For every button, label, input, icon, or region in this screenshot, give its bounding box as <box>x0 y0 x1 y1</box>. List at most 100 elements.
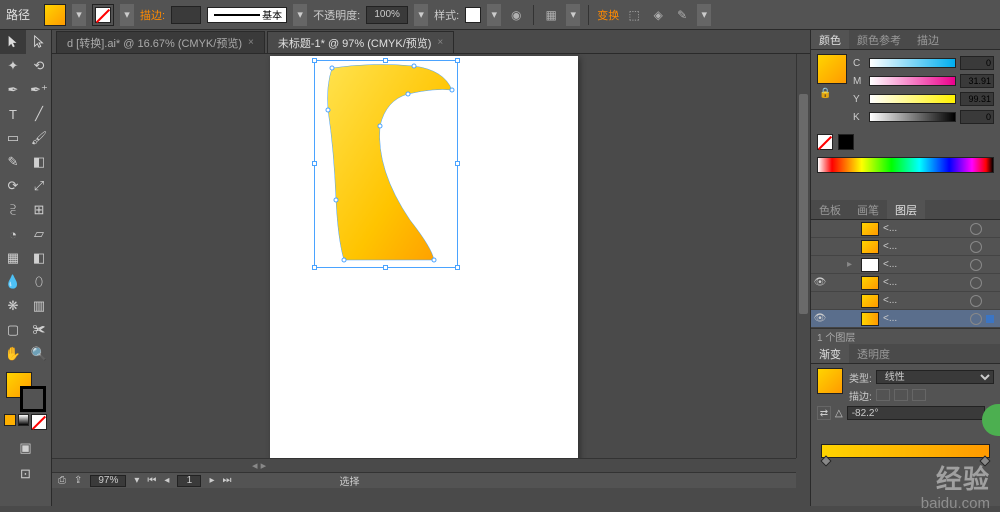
type-tool[interactable]: T <box>0 102 26 126</box>
symbol-sprayer-tool[interactable]: ❋ <box>0 294 26 318</box>
perspective-tool[interactable]: ▱ <box>26 222 52 246</box>
color-preview-swatch[interactable] <box>817 54 847 84</box>
canvas-viewport[interactable] <box>52 54 796 458</box>
stroke-gradient-mode-3[interactable] <box>912 389 926 401</box>
color-mode[interactable] <box>4 414 16 426</box>
add-anchor-tool[interactable]: ✒⁺ <box>26 78 52 102</box>
layer-row[interactable]: 👁 <... <box>811 310 1000 328</box>
color-spectrum[interactable] <box>817 157 994 173</box>
layer-target[interactable] <box>970 223 982 235</box>
none-mode[interactable] <box>31 414 47 430</box>
artboard[interactable] <box>270 56 578 458</box>
tab-color-guide[interactable]: 颜色参考 <box>849 30 909 49</box>
selection-bounding-box[interactable] <box>314 60 458 268</box>
isolate-icon[interactable]: ◈ <box>649 6 667 24</box>
gradient-tool[interactable]: ◧ <box>26 246 52 270</box>
zoom-dropdown[interactable]: ▾ <box>134 475 139 486</box>
width-tool[interactable]: ⫔ <box>0 198 26 222</box>
stroke-weight-input[interactable] <box>171 6 201 24</box>
layer-row[interactable]: <... <box>811 220 1000 238</box>
tab-color[interactable]: 颜色 <box>811 30 849 49</box>
layer-name[interactable]: <... <box>883 259 970 270</box>
screen-mode-tool[interactable]: ▣ <box>4 436 47 460</box>
none-color[interactable] <box>817 134 833 150</box>
document-tab[interactable]: d [转换].ai* @ 16.67% (CMYK/预览) × <box>56 31 265 53</box>
tab-stroke[interactable]: 描边 <box>909 30 947 49</box>
zoom-tool[interactable]: 🔍 <box>26 342 52 366</box>
export-icon[interactable]: ⎙ <box>58 475 66 486</box>
gradient-angle-input[interactable] <box>847 406 985 420</box>
visibility-icon[interactable]: 👁 <box>811 277 829 288</box>
document-tab[interactable]: 未标题-1* @ 97% (CMYK/预览) × <box>267 31 454 53</box>
stroke-profile[interactable]: 基本 <box>207 7 287 23</box>
vertical-scrollbar[interactable] <box>796 54 810 458</box>
fill-dropdown[interactable]: ▾ <box>72 4 86 26</box>
graph-tool[interactable]: ▥ <box>26 294 52 318</box>
tab-swatches[interactable]: 色板 <box>811 200 849 219</box>
align-icon[interactable]: ▦ <box>542 6 560 24</box>
mesh-tool[interactable]: ▦ <box>0 246 26 270</box>
layer-row[interactable]: ▸ <... <box>811 256 1000 274</box>
tab-transparency[interactable]: 透明度 <box>849 344 898 363</box>
layer-target[interactable] <box>970 277 982 289</box>
lasso-tool[interactable]: ⟲ <box>26 54 52 78</box>
layer-target[interactable] <box>970 295 982 307</box>
layer-thumbnail[interactable] <box>861 294 879 308</box>
free-transform-tool[interactable]: ⊞ <box>26 198 52 222</box>
gradient-mode[interactable] <box>18 414 30 426</box>
stroke-profile-dropdown[interactable]: ▾ <box>293 4 307 26</box>
tab-brushes[interactable]: 画笔 <box>849 200 887 219</box>
layer-row[interactable]: 👁 <... <box>811 274 1000 292</box>
edit-icon[interactable]: ✎ <box>673 6 691 24</box>
layer-thumbnail[interactable] <box>861 312 879 326</box>
eyedropper-tool[interactable]: 💧 <box>0 270 26 294</box>
last-page-icon[interactable]: ⏭ <box>222 475 231 486</box>
pen-tool[interactable]: ✒ <box>0 78 26 102</box>
blend-tool[interactable]: ⬯ <box>26 270 52 294</box>
stroke-gradient-mode-2[interactable] <box>894 389 908 401</box>
scale-tool[interactable]: ⤢ <box>26 174 52 198</box>
color-slider[interactable] <box>869 94 956 104</box>
black-color[interactable] <box>838 134 854 150</box>
gradient-bar[interactable] <box>821 444 990 458</box>
layer-thumbnail[interactable] <box>861 276 879 290</box>
style-dropdown[interactable]: ▾ <box>487 4 501 26</box>
gradient-stop[interactable] <box>979 455 990 466</box>
direct-selection-tool[interactable] <box>26 30 52 54</box>
tab-gradient[interactable]: 渐变 <box>811 344 849 363</box>
rectangle-tool[interactable]: ▭ <box>0 126 26 150</box>
zoom-input[interactable] <box>90 475 126 487</box>
layer-target[interactable] <box>970 313 982 325</box>
horizontal-scrollbar[interactable]: ◂ ▸ <box>52 458 796 472</box>
stroke-dropdown[interactable]: ▾ <box>120 4 134 26</box>
color-slider[interactable] <box>869 76 956 86</box>
artboard-tool[interactable]: ▢ <box>0 318 26 342</box>
gradient-type-select[interactable]: 线性 <box>876 370 994 384</box>
selection-tool[interactable] <box>0 30 26 54</box>
lock-icon[interactable]: 🔒 <box>819 88 831 99</box>
layer-thumbnail[interactable] <box>861 222 879 236</box>
page-input[interactable] <box>177 475 201 487</box>
gradient-preview[interactable] <box>817 368 843 394</box>
reverse-gradient-icon[interactable]: ⇄ <box>817 406 831 420</box>
close-icon[interactable]: × <box>437 37 443 48</box>
stroke-gradient-mode-1[interactable] <box>876 389 890 401</box>
color-value-input[interactable] <box>960 74 994 88</box>
fill-stroke-control[interactable] <box>0 370 51 412</box>
transform-label[interactable]: 变换 <box>597 7 619 23</box>
paintbrush-tool[interactable]: 🖌 <box>26 126 52 150</box>
first-page-icon[interactable]: ⏮ <box>147 475 156 486</box>
share-icon[interactable]: ⇪ <box>74 475 82 486</box>
next-page-icon[interactable]: ▸ <box>209 475 214 486</box>
color-value-input[interactable] <box>960 56 994 70</box>
eraser-tool[interactable]: ◧ <box>26 150 52 174</box>
layer-row[interactable]: <... <box>811 292 1000 310</box>
layer-name[interactable]: <... <box>883 223 970 234</box>
color-slider[interactable] <box>869 112 956 122</box>
layer-thumbnail[interactable] <box>861 240 879 254</box>
layer-name[interactable]: <... <box>883 241 970 252</box>
layer-target[interactable] <box>970 241 982 253</box>
color-value-input[interactable] <box>960 92 994 106</box>
opacity-dropdown[interactable]: ▾ <box>414 4 428 26</box>
line-tool[interactable]: ╱ <box>26 102 52 126</box>
